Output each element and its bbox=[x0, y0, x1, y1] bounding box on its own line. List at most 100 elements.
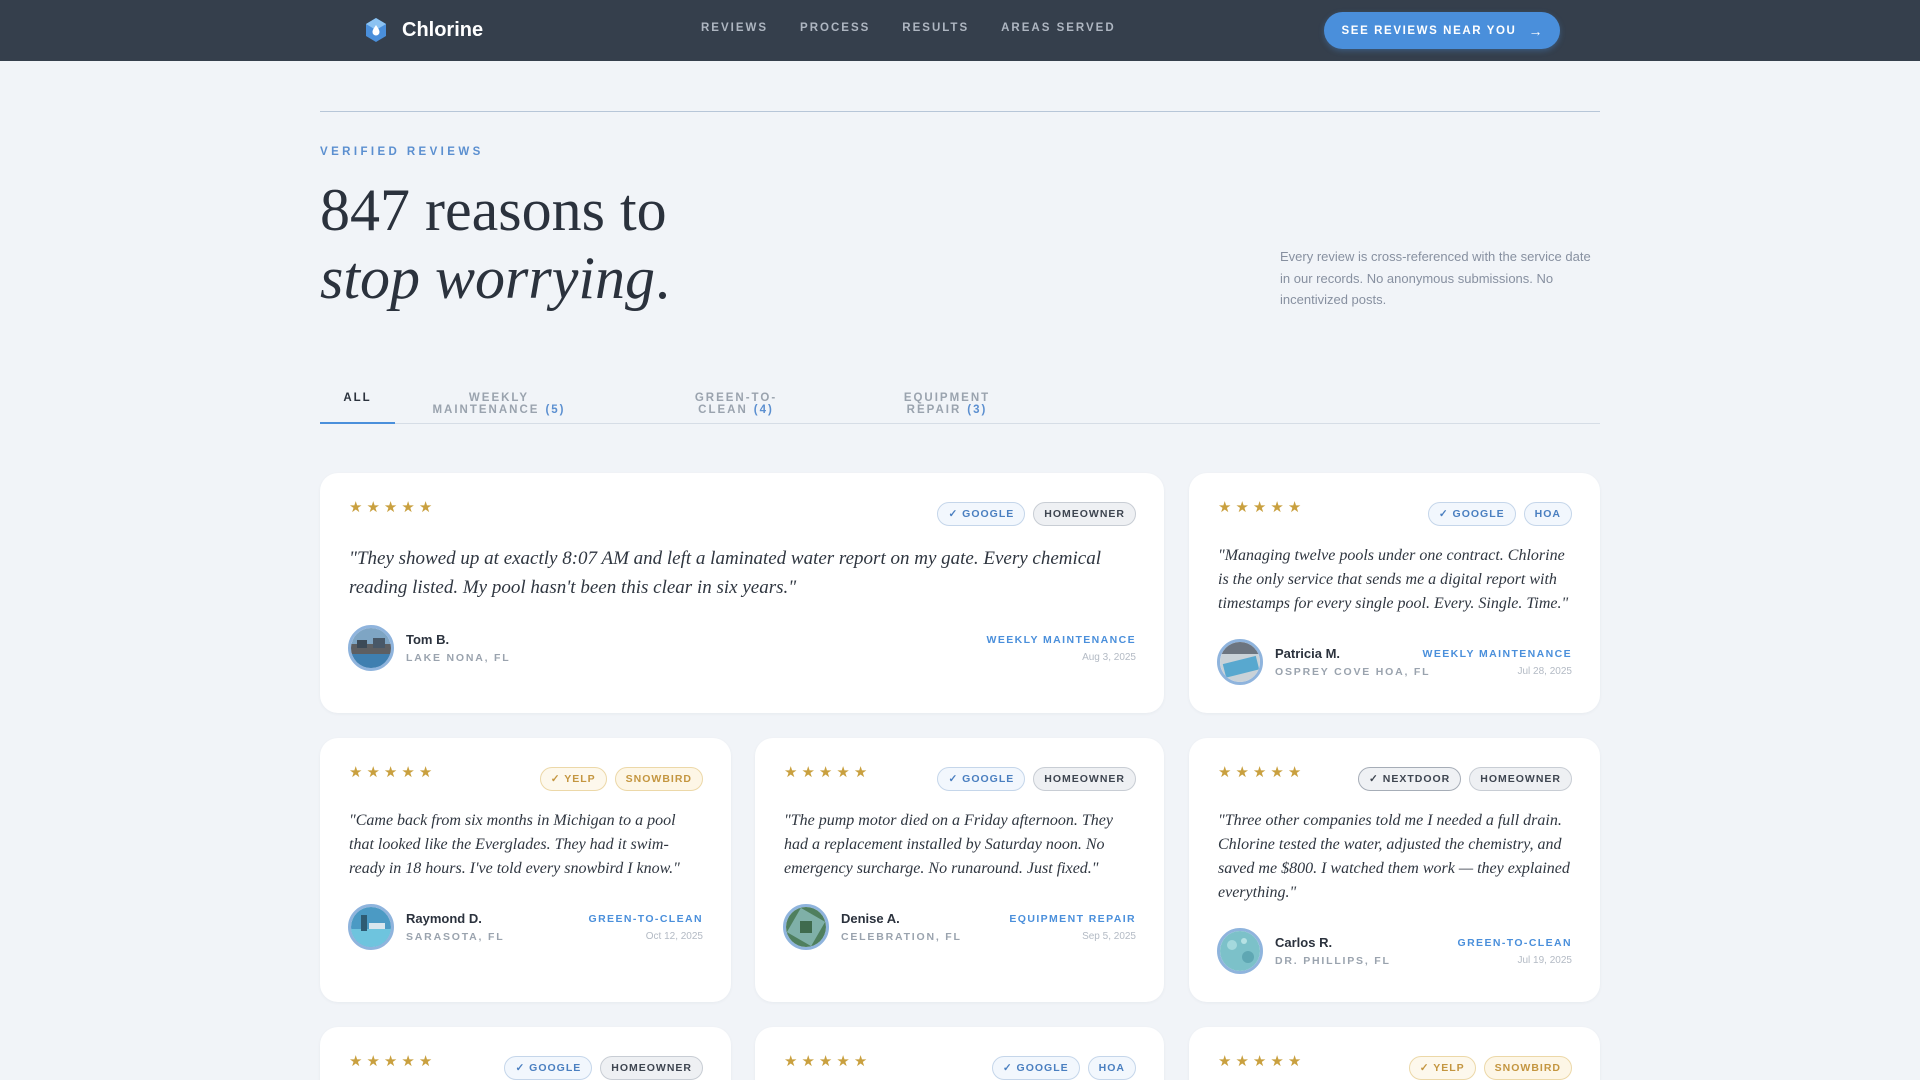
star-icon: ★ bbox=[349, 1053, 363, 1070]
review-badges: ✓ GOOGLE HOMEOWNER bbox=[937, 502, 1136, 526]
pool-photo-icon bbox=[786, 907, 826, 947]
review-card[interactable]: ★ ★ ★ ★ ★ ✓ YELP SNOWBIRD bbox=[1189, 1027, 1600, 1080]
star-icon: ★ bbox=[383, 764, 398, 781]
star-icon: ★ bbox=[853, 764, 868, 781]
nav-link-areas-served[interactable]: AREAS SERVED bbox=[1001, 22, 1116, 34]
reviewer: Patricia M. OSPREY COVE HOA, FL bbox=[1217, 639, 1430, 685]
review-card[interactable]: ★ ★ ★ ★ ★ ✓ GOOGLE HOMEOWNER "They showed up… bbox=[320, 473, 1164, 713]
review-meta: GREEN-TO-CLEAN Jul 19, 2025 bbox=[1458, 937, 1573, 966]
star-rating: ★ ★ ★ ★ ★ bbox=[784, 1054, 867, 1070]
star-icon: ★ bbox=[836, 764, 850, 781]
nav-link-results[interactable]: RESULTS bbox=[902, 22, 969, 34]
source-badge: ✓ GOOGLE bbox=[991, 1056, 1080, 1080]
reviewer-name: Tom B. bbox=[406, 632, 450, 647]
star-icon: ★ bbox=[1270, 764, 1284, 781]
reviewer-location: CELEBRATION, FL bbox=[841, 931, 962, 943]
nav-link-reviews[interactable]: REVIEWS bbox=[701, 22, 768, 34]
star-rating: ★ ★ ★ ★ ★ bbox=[349, 500, 432, 516]
star-rating: ★ ★ ★ ★ ★ bbox=[349, 1054, 432, 1070]
review-card[interactable]: ★ ★ ★ ★ ★ ✓ GOOGLE HOA "Managing twelve pool… bbox=[1189, 473, 1600, 713]
service-tag[interactable]: GREEN-TO-CLEAN bbox=[589, 913, 704, 925]
reviewer: Tom B. LAKE NONA, FL bbox=[348, 625, 510, 671]
review-quote: "Managing twelve pools under one contrac… bbox=[1218, 547, 1569, 612]
review-badges: ✓ GOOGLE HOMEOWNER bbox=[504, 1056, 703, 1080]
see-reviews-near-you-button[interactable]: SEE REVIEWS NEAR YOU → bbox=[1324, 12, 1560, 49]
star-icon: ★ bbox=[801, 764, 815, 781]
pool-photo-icon bbox=[351, 628, 391, 668]
nav-link-process[interactable]: PROCESS bbox=[800, 22, 870, 34]
water-drop-hex-icon bbox=[366, 18, 386, 42]
tab-all[interactable]: ALL bbox=[320, 386, 395, 424]
pool-photo-icon bbox=[351, 907, 391, 947]
customer-type-badge: HOA bbox=[1087, 1056, 1136, 1080]
source-badge: ✓ GOOGLE bbox=[937, 767, 1026, 791]
service-tag[interactable]: GREEN-TO-CLEAN bbox=[1458, 937, 1573, 949]
reviewer-location: DR. PHILLIPS, FL bbox=[1275, 955, 1391, 967]
review-badges: ✓ GOOGLE HOMEOWNER bbox=[937, 767, 1136, 791]
star-icon: ★ bbox=[853, 1053, 868, 1070]
star-icon: ★ bbox=[366, 1053, 380, 1070]
star-icon: ★ bbox=[349, 764, 363, 781]
reviewer: Raymond D. SARASOTA, FL bbox=[348, 904, 504, 950]
star-icon: ★ bbox=[1235, 499, 1249, 516]
star-rating: ★ ★ ★ ★ ★ bbox=[1218, 500, 1301, 516]
review-card[interactable]: ★ ★ ★ ★ ★ ✓ YELP SNOWBIRD "Came back from si… bbox=[320, 738, 731, 1002]
tab-label: WEEKLY MAINTENANCE bbox=[432, 392, 540, 416]
review-date: Jul 19, 2025 bbox=[1517, 955, 1573, 966]
star-rating: ★ ★ ★ ★ ★ bbox=[1218, 765, 1301, 781]
tab-equipment-repair[interactable]: EQUIPMENT REPAIR (3) bbox=[861, 386, 1033, 424]
review-meta: WEEKLY MAINTENANCE Aug 3, 2025 bbox=[987, 634, 1136, 663]
arrow-right-icon: → bbox=[1528, 22, 1543, 39]
source-badge: ✓ YELP bbox=[539, 767, 607, 791]
star-icon: ★ bbox=[1252, 499, 1267, 516]
source-badge: ✓ GOOGLE bbox=[937, 502, 1026, 526]
star-icon: ★ bbox=[818, 764, 833, 781]
star-icon: ★ bbox=[349, 499, 363, 516]
brand-logo[interactable]: Chlorine bbox=[364, 17, 483, 43]
review-card[interactable]: ★ ★ ★ ★ ★ ✓ GOOGLE HOA bbox=[755, 1027, 1164, 1080]
avatar bbox=[783, 904, 829, 950]
star-icon: ★ bbox=[1252, 1053, 1267, 1070]
headline-period: . bbox=[655, 245, 671, 311]
tab-count: (3) bbox=[967, 404, 988, 416]
review-meta: WEEKLY MAINTENANCE Jul 28, 2025 bbox=[1423, 648, 1572, 677]
review-card[interactable]: ★ ★ ★ ★ ★ ✓ GOOGLE HOMEOWNER "The pump motor… bbox=[755, 738, 1164, 1002]
tab-weekly-maintenance[interactable]: WEEKLY MAINTENANCE (5) bbox=[419, 386, 579, 424]
review-badges: ✓ NEXTDOOR HOMEOWNER bbox=[1358, 767, 1572, 791]
star-icon: ★ bbox=[784, 1053, 798, 1070]
page-title: 847 reasons to stop worrying. bbox=[320, 176, 670, 312]
star-icon: ★ bbox=[836, 1053, 850, 1070]
tab-count: (4) bbox=[753, 404, 774, 416]
star-icon: ★ bbox=[1218, 764, 1232, 781]
star-icon: ★ bbox=[1235, 1053, 1249, 1070]
service-tag[interactable]: WEEKLY MAINTENANCE bbox=[987, 634, 1136, 646]
tab-green-to-clean[interactable]: GREEN-TO-CLEAN (4) bbox=[658, 386, 814, 424]
customer-type-badge: HOMEOWNER bbox=[600, 1056, 703, 1080]
star-icon: ★ bbox=[1287, 1053, 1302, 1070]
star-icon: ★ bbox=[784, 764, 798, 781]
reviewer: Carlos R. DR. PHILLIPS, FL bbox=[1217, 928, 1391, 974]
star-icon: ★ bbox=[401, 764, 415, 781]
star-icon: ★ bbox=[1235, 764, 1249, 781]
reviewer-location: OSPREY COVE HOA, FL bbox=[1275, 666, 1431, 678]
review-quote: "Three other companies told me I needed … bbox=[1218, 812, 1570, 901]
reviewer-name: Patricia M. bbox=[1275, 646, 1341, 661]
review-card[interactable]: ★ ★ ★ ★ ★ ✓ GOOGLE HOMEOWNER bbox=[320, 1027, 731, 1080]
star-icon: ★ bbox=[1252, 764, 1267, 781]
star-icon: ★ bbox=[418, 764, 433, 781]
review-card[interactable]: ★ ★ ★ ★ ★ ✓ NEXTDOOR HOMEOWNER "Three other … bbox=[1189, 738, 1600, 1002]
avatar bbox=[1217, 639, 1263, 685]
star-icon: ★ bbox=[1287, 764, 1302, 781]
review-meta: EQUIPMENT REPAIR Sep 5, 2025 bbox=[1009, 913, 1136, 942]
service-tag[interactable]: EQUIPMENT REPAIR bbox=[1009, 913, 1136, 925]
star-icon: ★ bbox=[1218, 1053, 1232, 1070]
headline-line-2: stop worrying bbox=[320, 245, 656, 311]
filter-tabs: ALL WEEKLY MAINTENANCE (5) GREEN-TO-CLEAN… bbox=[320, 386, 1600, 424]
service-tag[interactable]: WEEKLY MAINTENANCE bbox=[1423, 648, 1572, 660]
avatar bbox=[348, 904, 394, 950]
avatar bbox=[1217, 928, 1263, 974]
star-icon: ★ bbox=[401, 1053, 415, 1070]
star-icon: ★ bbox=[383, 1053, 398, 1070]
star-rating: ★ ★ ★ ★ ★ bbox=[784, 765, 867, 781]
customer-type-badge: HOMEOWNER bbox=[1033, 767, 1136, 791]
